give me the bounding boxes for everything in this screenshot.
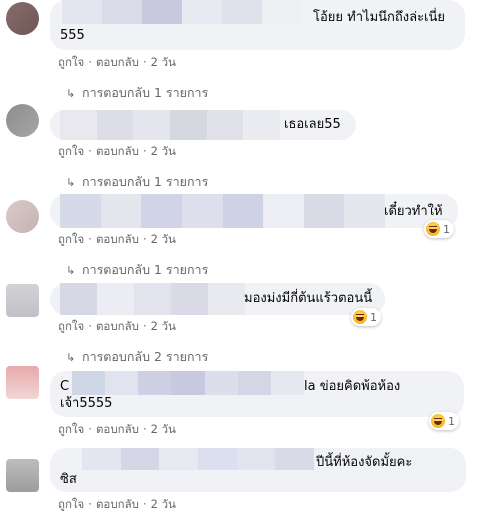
separator: · [88, 319, 92, 333]
haha-emoji-icon [431, 414, 445, 428]
reply-link[interactable]: ตอบกลับ [96, 422, 139, 436]
like-link[interactable]: ถูกใจ [58, 319, 84, 333]
reaction-badge[interactable]: 1 [351, 308, 381, 326]
reply-link[interactable]: ตอบกลับ [96, 144, 139, 158]
comment-bubble: C la ข่อยคิดพ้อห้อง เจ้า5555 [50, 371, 464, 417]
comment-actions: ถูกใจ · ตอบกลับ · 2 วัน [58, 496, 176, 514]
avatar[interactable] [6, 284, 39, 317]
reply-arrow-icon: ↳ [66, 351, 76, 364]
view-replies-link[interactable]: ↳ การตอบกลับ 2 รายการ [66, 347, 208, 367]
redacted-name [62, 0, 302, 24]
reply-link[interactable]: ตอบกลับ [96, 319, 139, 333]
comment-text: เธอเลย55 [284, 117, 341, 132]
redacted-name [60, 110, 281, 140]
comment-bubble: เดี๋ยวทำให้ [50, 194, 458, 228]
like-link[interactable]: ถูกใจ [58, 497, 84, 511]
reply-arrow-icon: ↳ [66, 264, 76, 277]
reaction-count: 1 [443, 222, 450, 236]
reply-link[interactable]: ตอบกลับ [96, 497, 139, 511]
view-replies-label: การตอบกลับ 1 รายการ [82, 262, 209, 277]
like-link[interactable]: ถูกใจ [58, 422, 84, 436]
timestamp[interactable]: 2 วัน [151, 422, 176, 436]
redacted-name [60, 194, 385, 228]
like-link[interactable]: ถูกใจ [58, 55, 84, 69]
reply-link[interactable]: ตอบกลับ [96, 55, 139, 69]
reaction-count: 1 [448, 414, 455, 428]
view-replies-label: การตอบกลับ 2 รายการ [82, 349, 209, 364]
separator: · [142, 319, 147, 333]
comment-text: เดี๋ยวทำให้ [384, 204, 443, 219]
view-replies-label: การตอบกลับ 1 รายการ [82, 174, 209, 189]
redacted-name [82, 448, 315, 470]
comment-name-initial[interactable]: C [60, 378, 69, 396]
comment-bubble: โอ้ยย ทำไมนึกถึงล่ะเนี่ย 555 [50, 0, 465, 50]
view-replies-link[interactable]: ↳ การตอบกลับ 1 รายการ [66, 260, 208, 280]
timestamp[interactable]: 2 วัน [151, 319, 176, 333]
comment-actions: ถูกใจ · ตอบกลับ · 2 วัน [58, 231, 176, 249]
redacted-name [72, 371, 304, 395]
reaction-count: 1 [370, 310, 377, 324]
comment-bubble: ปีนี้ที่ห้องจัดมั้ยคะ ซิส [50, 448, 466, 492]
separator: · [142, 55, 147, 69]
timestamp[interactable]: 2 วัน [151, 497, 176, 511]
separator: · [142, 232, 147, 246]
like-link[interactable]: ถูกใจ [58, 144, 84, 158]
avatar[interactable] [6, 459, 39, 492]
view-replies-link[interactable]: ↳ การตอบกลับ 1 รายการ [66, 172, 208, 192]
view-replies-label: การตอบกลับ 1 รายการ [82, 85, 209, 100]
separator: · [88, 55, 92, 69]
like-link[interactable]: ถูกใจ [58, 232, 84, 246]
comment-text: la ข่อยคิดพ้อห้อง [304, 379, 401, 394]
comment-actions: ถูกใจ · ตอบกลับ · 2 วัน [58, 143, 176, 161]
comment-bubble: มองม่งมีกี่ต้นแร้วตอนนี้ [50, 283, 385, 315]
separator: · [142, 422, 147, 436]
avatar[interactable] [6, 104, 39, 137]
reply-arrow-icon: ↳ [66, 87, 76, 100]
timestamp[interactable]: 2 วัน [151, 144, 176, 158]
comment-text-line2: เจ้า5555 [60, 396, 113, 411]
timestamp[interactable]: 2 วัน [151, 232, 176, 246]
comment-actions: ถูกใจ · ตอบกลับ · 2 วัน [58, 421, 176, 439]
comment-text-line2: 555 [60, 28, 85, 43]
comment-text: มองม่งมีกี่ต้นแร้วตอนนี้ [244, 291, 373, 306]
separator: · [88, 497, 92, 511]
separator: · [142, 497, 147, 511]
view-replies-link[interactable]: ↳ การตอบกลับ 1 รายการ [66, 83, 208, 103]
avatar[interactable] [6, 366, 39, 399]
separator: · [88, 232, 92, 246]
comment-text: ปีนี้ที่ห้องจัดมั้ยคะ [316, 455, 413, 470]
haha-emoji-icon [426, 222, 440, 236]
redacted-name [60, 283, 245, 315]
reaction-badge[interactable]: 1 [429, 412, 459, 430]
avatar[interactable] [6, 2, 39, 35]
reply-link[interactable]: ตอบกลับ [96, 232, 139, 246]
comment-actions: ถูกใจ · ตอบกลับ · 2 วัน [58, 54, 176, 72]
comment-actions: ถูกใจ · ตอบกลับ · 2 วัน [58, 318, 176, 336]
haha-emoji-icon [353, 310, 367, 324]
reply-arrow-icon: ↳ [66, 176, 76, 189]
separator: · [88, 144, 92, 158]
separator: · [88, 422, 92, 436]
comment-bubble: เธอเลย55 [50, 110, 356, 140]
comment-text-line2: ซิส [60, 472, 77, 487]
avatar[interactable] [6, 200, 39, 233]
timestamp[interactable]: 2 วัน [151, 55, 176, 69]
separator: · [142, 144, 147, 158]
reaction-badge[interactable]: 1 [424, 220, 454, 238]
comment-text: โอ้ยย ทำไมนึกถึงล่ะเนี่ย [313, 10, 446, 25]
